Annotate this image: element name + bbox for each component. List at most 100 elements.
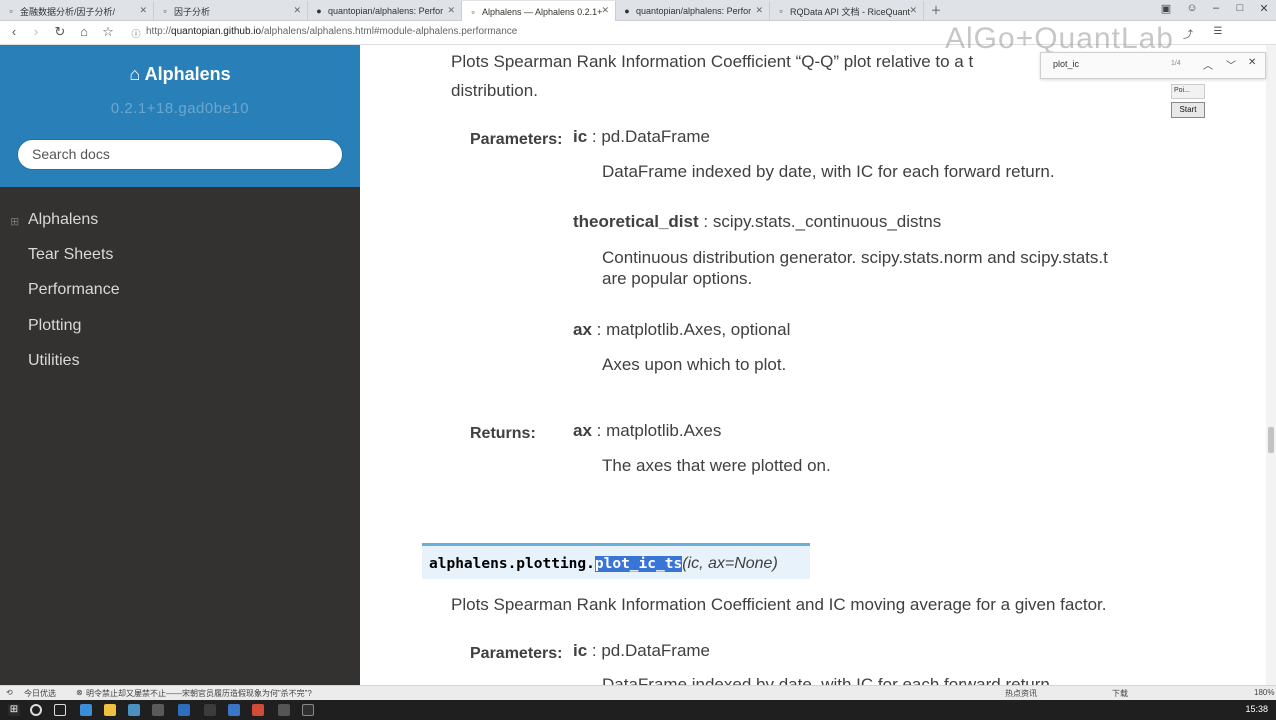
tab-1[interactable]: ▫ 金融数据分析/因子分析/ ✕ — [0, 1, 154, 21]
share-icon[interactable]: ⤴ — [1180, 26, 1196, 41]
tab-5[interactable]: ● quantopian/alphalens: Perfor ✕ — [616, 1, 770, 21]
status-news-headline[interactable]: 明令禁止却又屡禁不止——宋朝官员履历造假现象为何”杀不完”? — [86, 688, 312, 699]
tab-6[interactable]: ▫ RQData API 文档 - RiceQuant ✕ — [770, 1, 924, 21]
next-param-desc: DataFrame indexed by date, with IC for e… — [602, 675, 1055, 685]
app-icon[interactable] — [252, 704, 264, 716]
return-type: : matplotlib.Axes — [591, 421, 722, 440]
page-icon: ▫ — [9, 6, 13, 16]
find-prev-icon[interactable]: ︿ — [1203, 57, 1213, 72]
return-name: ax — [573, 421, 592, 440]
file-explorer-icon[interactable] — [104, 704, 116, 716]
app-icon[interactable] — [302, 704, 314, 716]
sidebar-item-performance[interactable]: Performance — [28, 281, 120, 299]
app-icon[interactable] — [128, 704, 140, 716]
home-icon: ⌂ — [129, 64, 141, 84]
tab-list-icon[interactable]: ▣ — [1158, 2, 1174, 15]
reload-icon[interactable]: ↻ — [52, 24, 68, 40]
close-icon[interactable]: ✕ — [755, 5, 763, 16]
sidebar-item-alphalens[interactable]: Alphalens — [28, 211, 98, 229]
new-tab-icon[interactable]: ＋ — [928, 2, 944, 18]
app-icon[interactable] — [152, 704, 164, 716]
signature-args: (ic, ax=None) — [682, 555, 778, 572]
home-icon[interactable]: ⌂ — [76, 24, 92, 39]
tab-label: 因子分析 — [174, 6, 211, 17]
status-download[interactable]: 下载 — [1112, 688, 1128, 699]
url-field[interactable]: http://quantopian.github.io/alphalens/al… — [146, 26, 517, 37]
start-button[interactable]: Start — [1171, 102, 1205, 118]
tab-label: Alphalens — Alphalens 0.2.1+ — [482, 6, 603, 17]
returns-label: Returns: — [470, 425, 536, 442]
menu-icon[interactable]: ☰ — [1210, 26, 1226, 37]
next-func-desc: Plots Spearman Rank Information Coeffici… — [451, 595, 1107, 614]
news-bullet-icon: ⊗ — [76, 688, 83, 697]
url-prefix: http:// — [146, 26, 172, 37]
param-type: : scipy.stats._continuous_distns — [698, 212, 942, 231]
param-theoretical-dist: theoretical_dist : scipy.stats._continuo… — [573, 212, 941, 232]
github-icon: ● — [316, 6, 322, 16]
app-icon[interactable] — [204, 704, 216, 716]
user-icon[interactable]: ☺ — [1184, 2, 1200, 14]
task-view-icon[interactable] — [54, 704, 66, 716]
zoom-level[interactable]: 180% — [1254, 688, 1274, 697]
back-icon[interactable]: ‹ — [6, 24, 22, 39]
url-host: quantopian.github.io — [171, 26, 262, 37]
tab-3[interactable]: ● quantopian/alphalens: Perfor ✕ — [308, 1, 462, 21]
find-match-count: 1/4 — [1171, 60, 1181, 67]
close-icon[interactable]: ✕ — [139, 5, 147, 16]
maximize-icon[interactable]: □ — [1232, 2, 1248, 14]
windows-start-icon[interactable]: ⊞ — [8, 704, 20, 716]
forward-icon[interactable]: › — [28, 24, 44, 39]
app-icon[interactable] — [178, 704, 190, 716]
scrollbar-thumb[interactable] — [1268, 427, 1274, 453]
param-name: theoretical_dist — [573, 212, 699, 231]
intro-text-cont: distribution. — [451, 81, 538, 100]
sidebar-header: ⌂ Alphalens 0.2.1+18.gad0be10 Search doc… — [0, 45, 360, 187]
close-icon[interactable]: ✕ — [601, 5, 609, 16]
sidebar-item-plotting[interactable]: Plotting — [28, 317, 81, 335]
tab-label: RQData API 文档 - RiceQuant — [790, 6, 911, 17]
close-icon[interactable]: ✕ — [293, 5, 301, 16]
sidebar-item-tear-sheets[interactable]: Tear Sheets — [28, 246, 113, 264]
expand-icon[interactable]: ⊞ — [10, 215, 19, 228]
find-bar: plot_ic 1/4 ︿ ﹀ ✕ — [1040, 52, 1266, 79]
minimize-icon[interactable]: – — [1208, 2, 1224, 14]
refresh-icon[interactable]: ⟲ — [6, 688, 13, 697]
bookmark-star-icon[interactable]: ☆ — [100, 24, 116, 40]
close-icon[interactable]: ✕ — [447, 5, 455, 16]
tab-2[interactable]: ▫ 因子分析 ✕ — [154, 1, 308, 21]
overlay-mini-label: Poi... — [1171, 84, 1205, 99]
browser-app-icon[interactable] — [80, 704, 92, 716]
param-type: : pd.DataFrame — [587, 641, 711, 660]
find-input[interactable]: plot_ic — [1053, 59, 1079, 69]
tab-label: 金融数据分析/因子分析/ — [20, 6, 116, 17]
close-icon[interactable]: ✕ — [909, 5, 917, 16]
param-ic: ic : pd.DataFrame — [573, 127, 710, 147]
search-icon[interactable] — [30, 704, 42, 716]
app-icon[interactable] — [278, 704, 290, 716]
url-path: /alphalens/alphalens.html#module-alphale… — [261, 26, 518, 37]
search-input[interactable]: Search docs — [17, 139, 343, 170]
version-label: 0.2.1+18.gad0be10 — [110, 100, 250, 117]
status-hot-news[interactable]: 热点资讯 — [1005, 688, 1037, 699]
github-icon: ● — [624, 6, 630, 16]
page-scrollbar[interactable] — [1266, 45, 1276, 685]
site-info-icon[interactable]: ⓘ — [128, 27, 144, 40]
app-icon[interactable] — [228, 704, 240, 716]
param-type: : pd.DataFrame — [587, 127, 711, 146]
param-ax: ax : matplotlib.Axes, optional — [573, 320, 790, 340]
tab-4-active[interactable]: ▫ Alphalens — Alphalens 0.2.1+ ✕ — [462, 1, 616, 22]
find-next-icon[interactable]: ﹀ — [1226, 57, 1236, 72]
system-clock[interactable]: 15:38 — [1245, 704, 1268, 714]
intro-text: Plots Spearman Rank Information Coeffici… — [451, 52, 974, 71]
brand-name: Alphalens — [144, 64, 231, 84]
next-param-ic: ic : pd.DataFrame — [573, 641, 710, 661]
return-ax: ax : matplotlib.Axes — [573, 421, 721, 441]
window-close-icon[interactable]: ✕ — [1256, 2, 1272, 15]
sidebar-item-utilities[interactable]: Utilities — [28, 352, 80, 370]
status-today-picks[interactable]: 今日优选 — [24, 688, 56, 699]
brand-link[interactable]: ⌂ Alphalens — [0, 64, 360, 85]
find-close-icon[interactable]: ✕ — [1248, 57, 1256, 68]
return-desc: The axes that were plotted on. — [602, 456, 831, 475]
page-icon: ▫ — [779, 6, 783, 16]
tab-label: quantopian/alphalens: Perfor — [328, 6, 444, 16]
